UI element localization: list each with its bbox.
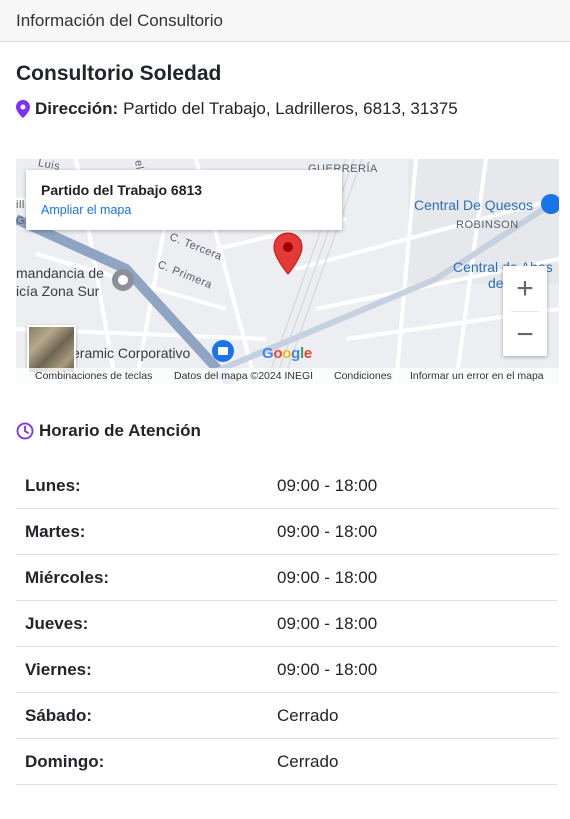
google-logo-letter: g bbox=[291, 345, 300, 362]
schedule-row: Lunes: 09:00 - 18:00 bbox=[16, 463, 558, 509]
google-logo-letter: e bbox=[303, 345, 312, 362]
schedule-day: Domingo: bbox=[16, 738, 268, 785]
map-data-attribution: Datos del mapa ©2024 INEGI bbox=[174, 370, 314, 382]
schedule-day: Martes: bbox=[16, 508, 268, 555]
google-logo-letter: o bbox=[282, 345, 292, 362]
schedule-day: Lunes: bbox=[16, 463, 268, 509]
schedule-row: Jueves: 09:00 - 18:00 bbox=[16, 600, 558, 647]
schedule-hours: 09:00 - 18:00 bbox=[268, 554, 558, 601]
schedule-day: Viernes: bbox=[16, 646, 268, 693]
address-value: Partido del Trabajo, Ladrilleros, 6813, … bbox=[123, 99, 458, 118]
schedule-row: Sábado: Cerrado bbox=[16, 692, 558, 739]
schedule-row: Viernes: 09:00 - 18:00 bbox=[16, 646, 558, 693]
map-pin-icon bbox=[16, 100, 30, 118]
schedule-day: Sábado: bbox=[16, 692, 268, 739]
schedule-row: Miércoles: 09:00 - 18:00 bbox=[16, 554, 558, 601]
terms-link[interactable]: Condiciones bbox=[334, 370, 392, 382]
map-poi-ceramic: eramic Corporativo bbox=[72, 345, 191, 361]
zoom-in-button[interactable]: + bbox=[503, 266, 547, 311]
schedule-title: Horario de Atención bbox=[16, 421, 201, 441]
view-larger-map-link[interactable]: Ampliar el mapa bbox=[41, 203, 342, 217]
schedule-row: Domingo: Cerrado bbox=[16, 738, 558, 785]
map-label-robinson: ROBINSON bbox=[456, 219, 519, 231]
map-zoom-controls: + − bbox=[503, 266, 547, 356]
schedule-hours: 09:00 - 18:00 bbox=[268, 463, 558, 509]
schedule-hours: 09:00 - 18:00 bbox=[268, 600, 558, 647]
clock-icon bbox=[16, 422, 34, 440]
schedule-table: Lunes: 09:00 - 18:00 Martes: 09:00 - 18:00 M… bbox=[16, 463, 558, 785]
schedule-day: Jueves: bbox=[16, 600, 268, 647]
schedule-hours: 09:00 - 18:00 bbox=[268, 508, 558, 555]
card-header-title: Información del Consultorio bbox=[16, 10, 223, 30]
address-label: Dirección: bbox=[35, 99, 119, 118]
map-footer: Combinaciones de teclas Datos del mapa ©… bbox=[16, 368, 559, 384]
google-logo: Google bbox=[262, 345, 312, 362]
map-info-card: Partido del Trabajo 6813 Ampliar el mapa bbox=[26, 170, 342, 230]
office-address: Dirección: Partido del Trabajo, Ladrille… bbox=[16, 99, 458, 119]
embedded-map[interactable]: GUERRERÍA ROBINSON C. Tercera C. Primera… bbox=[16, 159, 559, 384]
schedule-row: Martes: 09:00 - 18:00 bbox=[16, 508, 558, 555]
schedule-hours: Cerrado bbox=[268, 738, 558, 785]
map-poi-comandancia: mandancia de bbox=[16, 265, 104, 281]
map-label-ill: ill bbox=[16, 199, 25, 211]
schedule-hours: Cerrado bbox=[268, 692, 558, 739]
google-logo-letter: o bbox=[273, 345, 283, 362]
report-error-link[interactable]: Informar un error en el mapa bbox=[410, 370, 544, 382]
keyboard-shortcuts-link[interactable]: Combinaciones de teclas bbox=[35, 370, 152, 382]
map-info-title: Partido del Trabajo 6813 bbox=[41, 182, 203, 198]
schedule-hours: 09:00 - 18:00 bbox=[268, 646, 558, 693]
map-poi-comandancia-2: icía Zona Sur bbox=[16, 283, 100, 299]
schedule-title-text: Horario de Atención bbox=[39, 421, 201, 440]
google-logo-letter: G bbox=[262, 345, 274, 362]
zoom-out-button[interactable]: − bbox=[503, 312, 547, 357]
satellite-toggle-button[interactable] bbox=[27, 325, 76, 374]
schedule-day: Miércoles: bbox=[16, 554, 268, 601]
card-header: Información del Consultorio bbox=[0, 0, 570, 42]
map-poi-quesos: Central De Quesos bbox=[414, 197, 534, 213]
office-name: Consultorio Soledad bbox=[16, 62, 222, 85]
